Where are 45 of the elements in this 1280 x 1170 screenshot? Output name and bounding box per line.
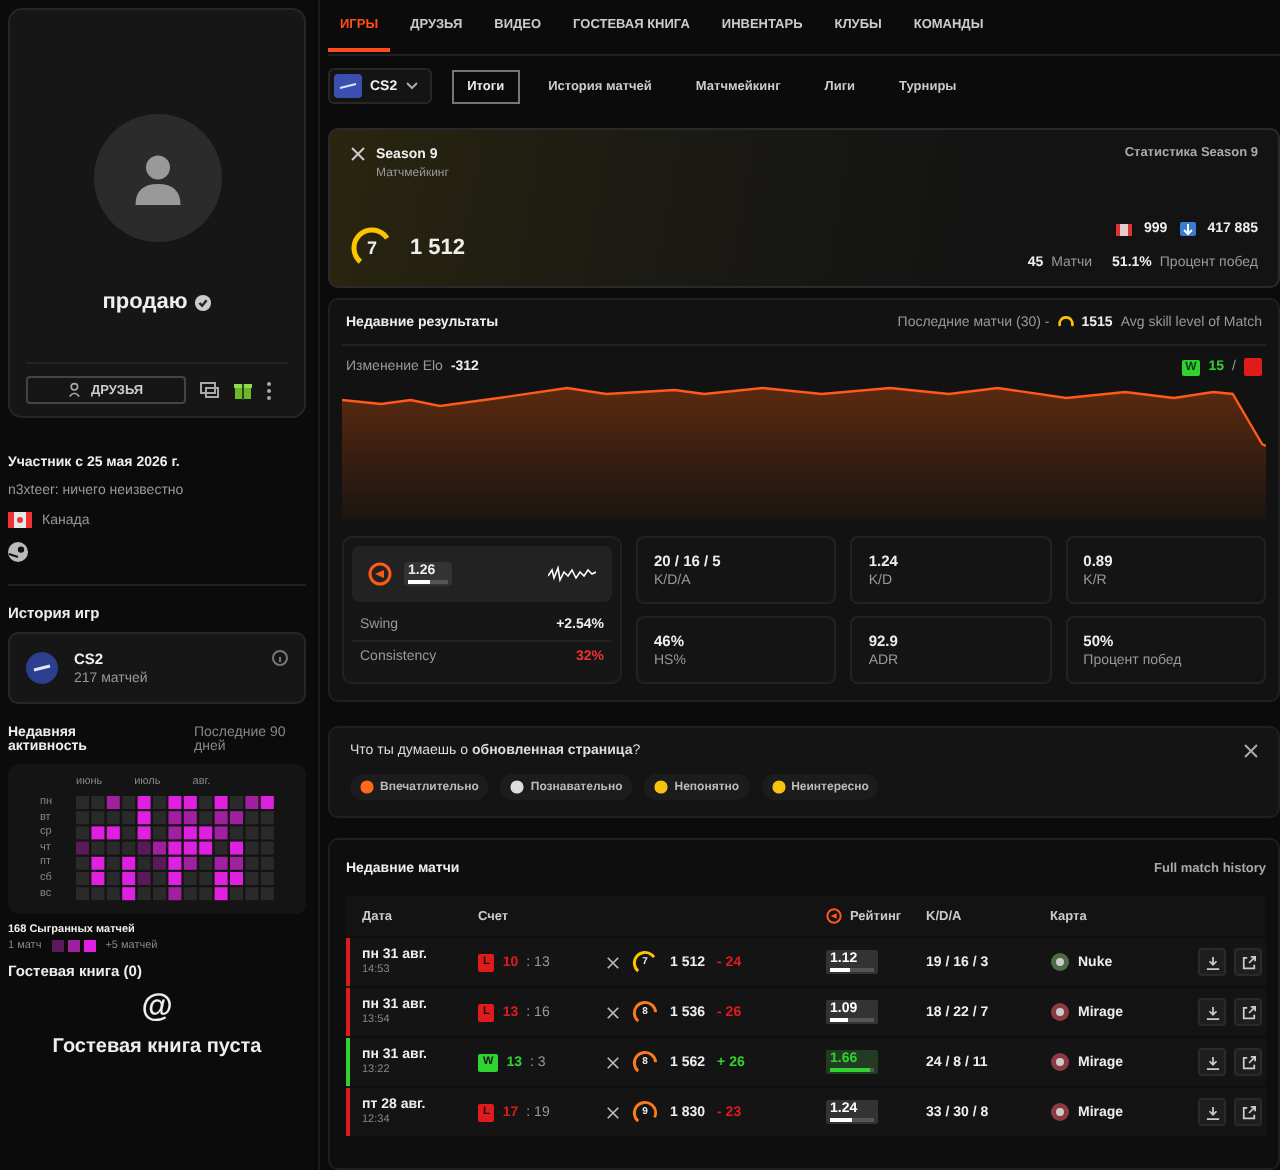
download-icon	[1205, 1005, 1219, 1019]
emoji-icon	[360, 780, 374, 794]
rating-icon	[368, 562, 392, 586]
open-external-button[interactable]	[1234, 948, 1262, 976]
guestbook-symbol: @	[141, 990, 173, 1027]
verified-icon	[193, 293, 212, 311]
external-link-icon	[1241, 1105, 1255, 1119]
elo-value: 1 512	[410, 236, 466, 260]
gauge-icon	[1057, 314, 1074, 330]
legend-swatches-icon	[51, 940, 96, 953]
gift-icon[interactable]	[234, 380, 252, 400]
open-external-button[interactable]	[1234, 1048, 1262, 1076]
download-button[interactable]	[1198, 998, 1226, 1026]
map-emblem-icon	[1050, 952, 1070, 972]
flag-icon	[1116, 223, 1132, 235]
download-icon	[1205, 1055, 1219, 1069]
open-external-button[interactable]	[1234, 1098, 1262, 1126]
profile-name: продаю	[102, 290, 188, 314]
download-button[interactable]	[1198, 1048, 1226, 1076]
open-external-button[interactable]	[1234, 998, 1262, 1026]
external-link-icon	[1241, 955, 1255, 969]
external-link-icon	[1241, 1055, 1255, 1069]
emoji-icon	[654, 780, 669, 794]
person-icon	[68, 382, 85, 398]
download-icon	[1205, 1105, 1219, 1119]
sparkline-drawing	[548, 564, 596, 584]
download-icon	[1205, 955, 1219, 969]
flag-icon	[8, 512, 32, 528]
guestbook-empty-text: Гостевая книга пуста	[52, 1036, 262, 1059]
map-emblem-icon	[1050, 1052, 1070, 1072]
info-icon[interactable]	[272, 650, 288, 666]
loss-badge-icon	[1244, 358, 1262, 376]
rating-icon	[826, 908, 842, 924]
download-button[interactable]	[1198, 948, 1226, 976]
map-emblem-icon	[1050, 1102, 1070, 1122]
external-link-icon	[1241, 1005, 1255, 1019]
map-emblem-icon	[1050, 1002, 1070, 1022]
steam-icon[interactable]	[8, 542, 28, 562]
emoji-icon	[771, 780, 786, 794]
close-icon[interactable]	[1244, 744, 1258, 758]
more-icon[interactable]	[266, 381, 272, 399]
chat-icon[interactable]	[200, 381, 220, 399]
caret-icon	[405, 82, 418, 90]
emoji-icon	[510, 780, 525, 794]
download-button[interactable]	[1198, 1098, 1226, 1126]
